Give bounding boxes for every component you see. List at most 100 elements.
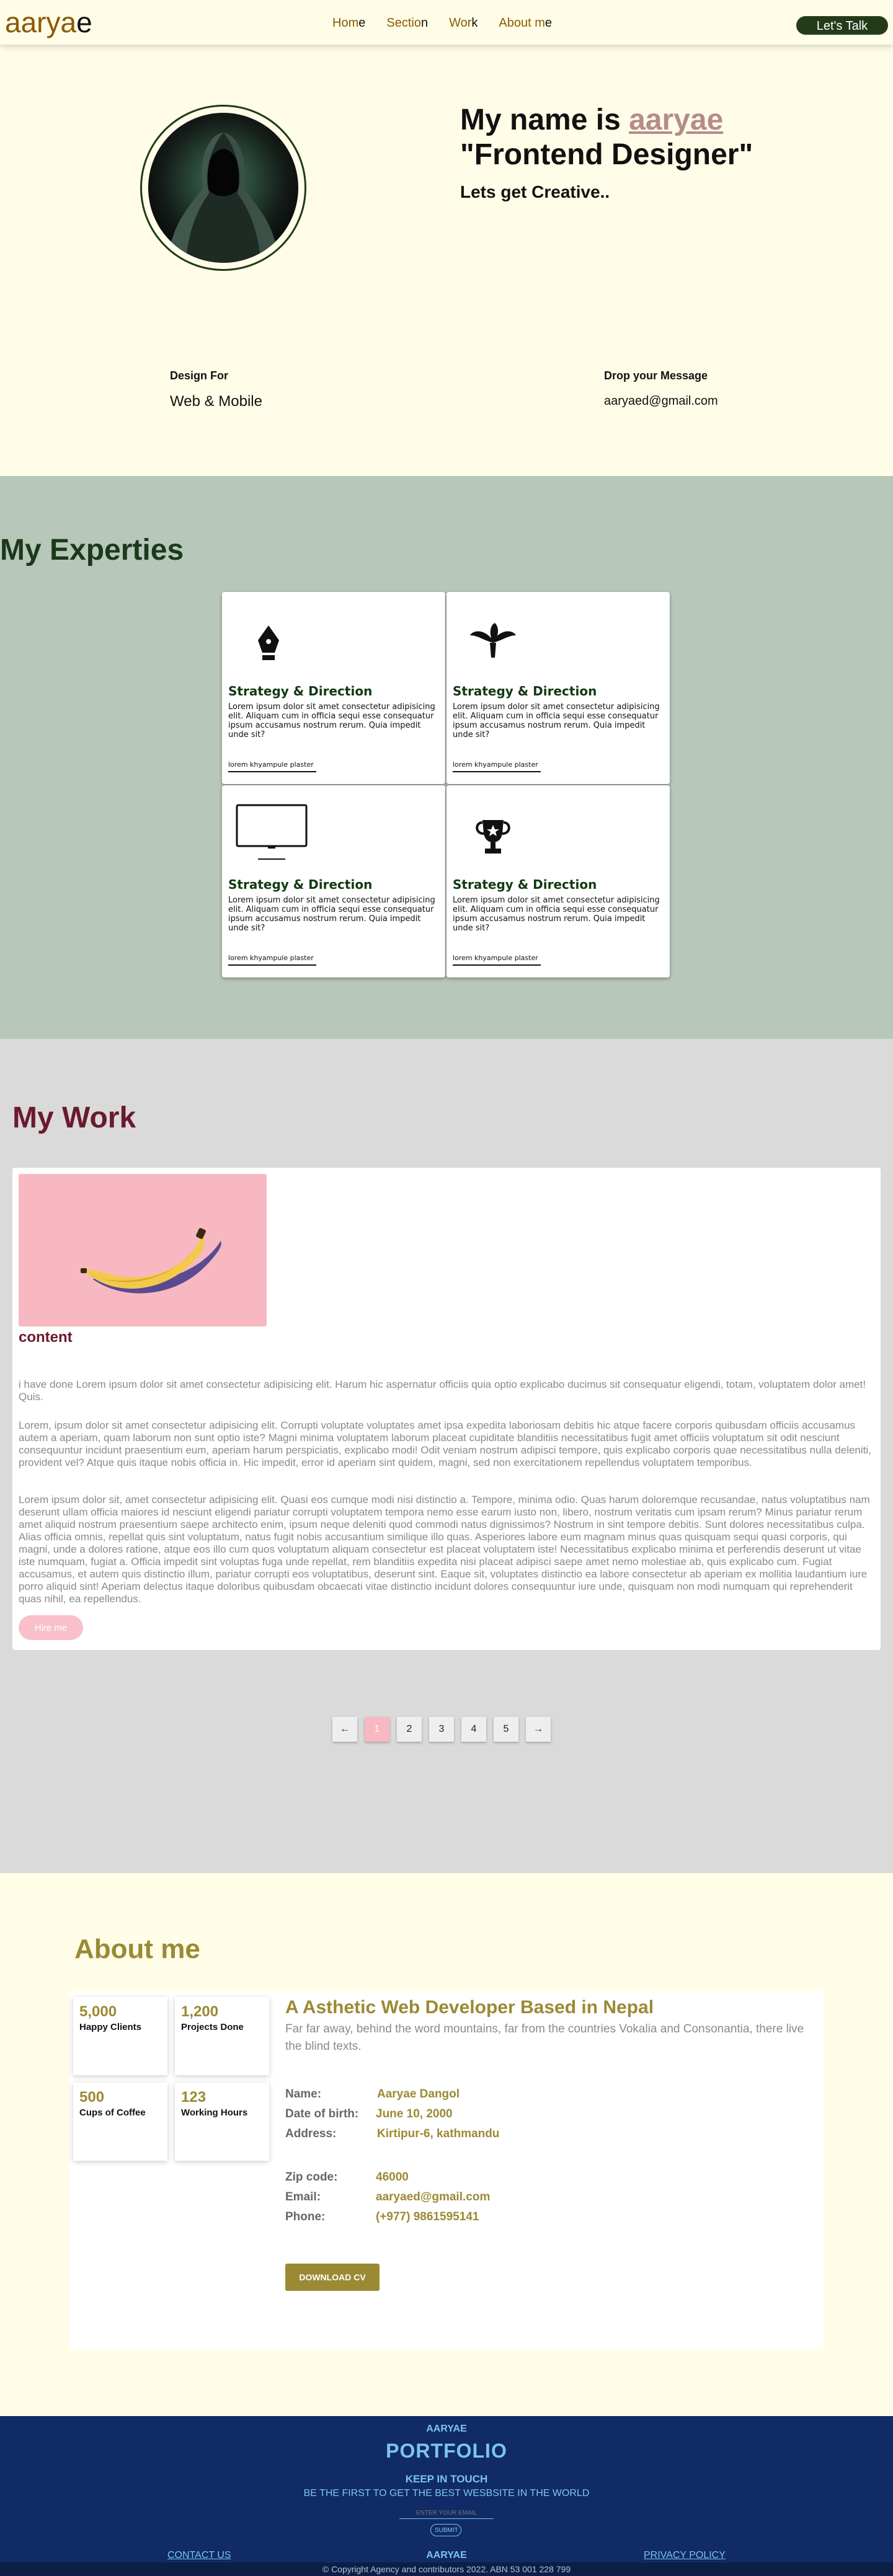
top-navbar: aaryae Home Section Work About me Let's … <box>0 0 893 45</box>
footer-keep-in-touch: KEEP IN TOUCH <box>405 2473 488 2485</box>
hire-me-button[interactable]: Hire me <box>19 1615 83 1640</box>
expertise-title: My Experties <box>0 534 184 567</box>
card-link[interactable]: lorem khyampule plaster <box>453 761 541 772</box>
pagination-page-2[interactable]: 2 <box>397 1717 422 1742</box>
expertise-card[interactable]: Strategy & Direction Lorem ipsum dolor s… <box>222 592 445 784</box>
logo-text: aarya <box>5 6 77 38</box>
banana-image <box>19 1174 267 1326</box>
info-key: Date of birth: <box>285 2107 359 2120</box>
info-key: Address: <box>285 2127 337 2140</box>
nav-link-about[interactable]: About me <box>499 16 552 30</box>
about-section: About me 5,000 Happy Clients 1,200 Proje… <box>0 1873 893 2416</box>
stat-card: 5,000 Happy Clients <box>73 1997 167 2075</box>
work-paragraph-1: i have done Lorem ipsum dolor sit amet c… <box>19 1378 866 1403</box>
nav-link-work[interactable]: Work <box>449 16 478 30</box>
site-logo[interactable]: aaryae <box>5 5 92 40</box>
info-key: Email: <box>285 2190 321 2203</box>
card-text: Lorem ipsum dolor sit amet consectetur a… <box>453 896 660 933</box>
stat-label: Working Hours <box>181 2107 248 2118</box>
newsletter-submit-button[interactable]: SUBMIT <box>430 2524 461 2536</box>
info-value: June 10, 2000 <box>376 2107 453 2120</box>
nav-link-section[interactable]: Section <box>386 16 428 30</box>
pagination-next[interactable]: → <box>526 1717 551 1742</box>
pagination-page-3[interactable]: 3 <box>429 1717 454 1742</box>
card-title: Strategy & Direction <box>228 684 373 699</box>
info-key: Phone: <box>285 2210 326 2223</box>
copyright-bar: © Copyright Agency and contributors 2022… <box>0 2562 893 2576</box>
pen-nib-icon <box>258 625 279 660</box>
leaf-icon <box>470 623 516 658</box>
card-title: Strategy & Direction <box>453 684 597 699</box>
work-card-title: content <box>19 1329 73 1346</box>
card-text: Lorem ipsum dolor sit amet consectetur a… <box>228 702 435 739</box>
work-title: My Work <box>12 1101 136 1134</box>
hero-tagline: Lets get Creative.. <box>460 182 610 201</box>
info-value: Kirtipur-6, kathmandu <box>377 2127 500 2140</box>
pagination-page-5[interactable]: 5 <box>494 1717 518 1742</box>
avatar <box>148 113 298 263</box>
work-section: My Work content i have done Lorem ipsum … <box>0 1039 893 1873</box>
logo-text-tail: e <box>76 6 92 38</box>
banana-illustration <box>81 1228 221 1294</box>
expertise-card[interactable]: Strategy & Direction Lorem ipsum dolor s… <box>446 785 670 977</box>
stat-card: 123 Working Hours <box>175 2083 269 2161</box>
expertise-section: My Experties Strategy & Direction Lorem … <box>0 476 893 1039</box>
lets-talk-button[interactable]: Let's Talk <box>796 16 888 35</box>
about-heading: A Asthetic Web Developer Based in Nepal <box>285 1997 654 2018</box>
stat-card: 500 Cups of Coffee <box>73 2083 167 2161</box>
contact-email[interactable]: aaryaed@gmail.com <box>604 394 718 408</box>
card-link[interactable]: lorem khyampule plaster <box>453 954 541 966</box>
about-title: About me <box>74 1934 200 1964</box>
stat-label: Cups of Coffee <box>79 2107 146 2118</box>
drop-message-label: Drop your Message <box>604 369 708 382</box>
stat-number: 500 <box>79 2089 105 2106</box>
hero-name-link[interactable]: aaryae <box>629 104 723 136</box>
info-value[interactable]: aaryaed@gmail.com <box>376 2190 490 2204</box>
info-key: Name: <box>285 2088 322 2101</box>
hero-name-heading: My name is aaryae <box>460 104 724 136</box>
info-key: Zip code: <box>285 2171 338 2184</box>
card-title: Strategy & Direction <box>228 877 373 892</box>
newsletter-email-input[interactable] <box>399 2508 494 2519</box>
expertise-cards: Strategy & Direction Lorem ipsum dolor s… <box>222 592 670 977</box>
trophy-icon <box>476 820 510 854</box>
card-text: Lorem ipsum dolor sit amet consectetur a… <box>453 702 660 739</box>
design-for-label: Design For <box>170 369 229 382</box>
expertise-card[interactable]: Strategy & Direction Lorem ipsum dolor s… <box>222 785 445 977</box>
pagination-prev[interactable]: ← <box>332 1717 357 1742</box>
footer: AARYAE PORTFOLIO KEEP IN TOUCH BE THE FI… <box>0 2416 893 2576</box>
footer-title: PORTFOLIO <box>386 2440 507 2462</box>
monitor-icon <box>236 804 308 860</box>
footer-subtitle: BE THE FIRST TO GET THE BEST WESBSITE IN… <box>303 2488 590 2499</box>
stat-number: 123 <box>181 2089 207 2106</box>
download-cv-button[interactable]: DOWNLOAD CV <box>285 2264 380 2291</box>
info-value: Aaryae Dangol <box>377 2088 460 2101</box>
nav-links: Home Section Work About me <box>332 16 552 30</box>
pagination: ← 1 2 3 4 5 → <box>332 1717 551 1742</box>
pagination-page-4[interactable]: 4 <box>461 1717 486 1742</box>
work-card: content i have done Lorem ipsum dolor si… <box>12 1168 881 1650</box>
stat-card: 1,200 Projects Done <box>175 1997 269 2075</box>
hooded-figure-image <box>167 133 280 263</box>
stat-label: Projects Done <box>181 2022 244 2032</box>
stat-number: 5,000 <box>79 2003 117 2020</box>
nav-link-home[interactable]: Home <box>332 16 365 30</box>
hero-role: "Frontend Designer" <box>460 138 753 171</box>
footer-brand: AARYAE <box>426 2424 467 2434</box>
work-paragraph-3: Lorem ipsum dolor sit, amet consectetur … <box>19 1494 870 1605</box>
about-description: Far far away, behind the word mountains,… <box>285 2022 804 2053</box>
privacy-policy-link[interactable]: PRIVACY POLICY <box>644 2550 726 2561</box>
pagination-page-1[interactable]: 1 <box>365 1717 389 1742</box>
expertise-card[interactable]: Strategy & Direction Lorem ipsum dolor s… <box>446 592 670 784</box>
about-panel: 5,000 Happy Clients 1,200 Projects Done … <box>69 1991 824 2349</box>
design-for-value: Web & Mobile <box>170 393 262 410</box>
info-value[interactable]: (+977) 9861595141 <box>376 2210 479 2224</box>
card-text: Lorem ipsum dolor sit amet consectetur a… <box>228 896 435 933</box>
card-title: Strategy & Direction <box>453 877 597 892</box>
card-link[interactable]: lorem khyampule plaster <box>228 954 316 966</box>
info-value: 46000 <box>376 2171 409 2184</box>
card-link[interactable]: lorem khyampule plaster <box>228 761 316 772</box>
hero-section: My name is aaryae "Frontend Designer" Le… <box>0 45 893 476</box>
work-paragraph-2: Lorem, ipsum dolor sit amet consectetur … <box>19 1419 871 1468</box>
stat-label: Happy Clients <box>79 2022 142 2032</box>
